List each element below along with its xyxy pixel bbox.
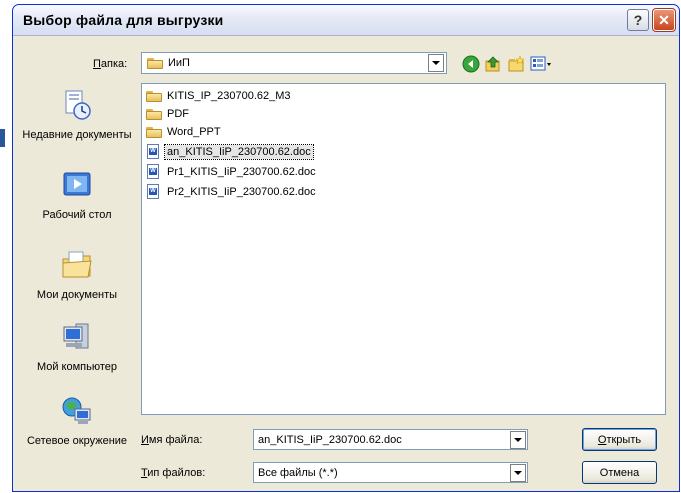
place-my-documents[interactable]: Мои документы	[15, 249, 139, 302]
filetype-select[interactable]: Все файлы (*.*)	[253, 462, 528, 483]
filename-label-text: мя файла:	[148, 434, 203, 446]
places-bar: Недавние документы Рабочий стол Мои доку…	[15, 79, 139, 479]
up-folder-icon[interactable]	[484, 55, 502, 73]
place-network[interactable]: Сетевое окружение	[15, 395, 139, 448]
word-document-icon: W	[145, 183, 163, 200]
filetype-label-text: ип файлов:	[147, 467, 206, 479]
filename-dropdown-button[interactable]	[510, 431, 526, 449]
word-document-icon: W	[145, 163, 163, 180]
lookin-value: ИиП	[168, 57, 190, 69]
open-button-label: ткрыть	[606, 433, 642, 446]
place-desktop[interactable]: Рабочий стол	[15, 169, 139, 222]
my-computer-icon	[63, 323, 89, 349]
list-item[interactable]: Word_PPT	[145, 123, 223, 140]
filetype-label: Тип файлов:	[141, 467, 205, 479]
lookin-label: Папка:	[93, 58, 127, 70]
place-label: Сетевое окружение	[26, 435, 128, 447]
open-button-hotkey: О	[597, 433, 607, 446]
list-item-selected[interactable]: W an_KITIS_IiP_230700.62.doc	[145, 143, 314, 160]
filename-value: an_KITIS_IiP_230700.62.doc	[258, 434, 402, 446]
background-edge	[0, 129, 5, 147]
views-menu-icon[interactable]	[530, 55, 552, 73]
file-name: PDF	[167, 107, 189, 120]
folder-icon	[147, 57, 163, 69]
place-label: Мои документы	[36, 289, 118, 301]
filename-input[interactable]: an_KITIS_IiP_230700.62.doc	[253, 429, 528, 450]
cancel-button[interactable]: Отмена	[582, 461, 657, 484]
place-label: Недавние документы	[22, 129, 132, 141]
file-name: KITIS_IP_230700.62_M3	[167, 89, 291, 102]
new-folder-icon[interactable]	[507, 55, 525, 73]
list-item[interactable]: W Pr2_KITIS_IiP_230700.62.doc	[145, 183, 318, 200]
lookin-label-hotkey: П	[93, 58, 101, 70]
lookin-dropdown-button[interactable]	[428, 54, 444, 72]
chevron-down-icon	[514, 438, 522, 442]
place-recent-documents[interactable]: Недавние документы	[15, 89, 139, 142]
dialog-title: Выбор файла для выгрузки	[23, 12, 224, 28]
lookin-label-text: апка:	[100, 58, 128, 70]
folder-icon	[145, 106, 163, 122]
list-item[interactable]: W Pr1_KITIS_IiP_230700.62.doc	[145, 163, 318, 180]
file-dialog: Выбор файла для выгрузки ? ✕ Папка: ИиП	[12, 4, 680, 492]
filetype-dropdown-button[interactable]	[510, 464, 526, 482]
chevron-down-icon	[432, 61, 440, 65]
folder-icon	[145, 124, 163, 140]
place-my-computer[interactable]: Мой компьютер	[15, 321, 139, 374]
file-name: an_KITIS_IiP_230700.62.doc	[164, 143, 314, 160]
place-label: Мой компьютер	[36, 361, 118, 373]
back-icon[interactable]	[462, 55, 480, 73]
recent-documents-icon	[65, 90, 91, 120]
word-document-icon: W	[145, 143, 163, 160]
filename-label: Имя файла:	[141, 434, 202, 446]
open-button[interactable]: Открыть	[582, 428, 657, 451]
close-button[interactable]: ✕	[652, 8, 676, 32]
filename-label-hotkey: И	[141, 434, 149, 446]
file-name: Pr1_KITIS_IiP_230700.62.doc	[167, 165, 316, 178]
folder-icon	[145, 88, 163, 104]
chevron-down-icon	[514, 471, 522, 475]
help-button[interactable]: ?	[627, 9, 649, 31]
my-documents-icon	[62, 251, 92, 278]
file-name: Word_PPT	[167, 125, 221, 138]
filetype-value: Все файлы (*.*)	[258, 467, 338, 479]
place-label: Рабочий стол	[42, 209, 112, 221]
desktop-icon	[63, 172, 91, 196]
title-bar: Выбор файла для выгрузки ? ✕	[13, 5, 679, 36]
file-name: Pr2_KITIS_IiP_230700.62.doc	[167, 185, 316, 198]
lookin-combo[interactable]: ИиП	[141, 52, 447, 74]
network-places-icon	[62, 397, 91, 424]
list-item[interactable]: PDF	[145, 105, 191, 122]
file-list[interactable]: KITIS_IP_230700.62_M3 PDF Word_PPT W an_…	[141, 83, 666, 415]
list-item[interactable]: KITIS_IP_230700.62_M3	[145, 87, 293, 104]
